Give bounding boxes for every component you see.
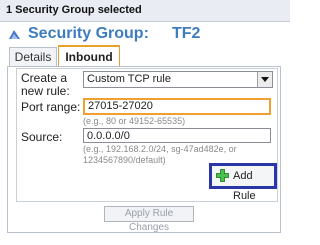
port-range-hint: (e.g., 80 or 49152-65535): [83, 116, 186, 126]
source-hint-line2: 1234567890/default): [83, 155, 166, 165]
source-input[interactable]: 0.0.0.0/0: [83, 128, 271, 143]
apply-rule-changes-button[interactable]: Apply Rule Changes: [104, 206, 194, 233]
port-range-label: Port range:: [21, 100, 81, 114]
title-row: Security Group: TF2: [0, 23, 290, 47]
selection-header: 1 Security Group selected: [0, 0, 290, 22]
page-title-value: TF2: [172, 25, 201, 42]
rule-type-select[interactable]: Custom TCP rule: [83, 71, 273, 88]
add-rule-button[interactable]: Add Rule: [209, 163, 277, 202]
security-group-icon: [9, 30, 20, 39]
tab-inbound[interactable]: Inbound: [58, 45, 120, 68]
chevron-down-icon[interactable]: [257, 72, 272, 87]
selection-count-text: 1 Security Group selected: [6, 4, 142, 16]
create-rule-label-line2: new rule:: [21, 84, 70, 98]
tab-details[interactable]: Details: [9, 47, 57, 66]
page-title-label: Security Group:: [28, 25, 149, 42]
rule-type-value: Custom TCP rule: [87, 73, 171, 85]
create-rule-label-line1: Create a: [21, 71, 68, 85]
add-rule-label: Add Rule: [233, 170, 256, 202]
source-label: Source:: [21, 130, 63, 144]
plus-icon: [216, 169, 229, 182]
port-range-input[interactable]: 27015-27020: [83, 98, 271, 115]
source-hint-line1: (e.g., 192.168.2.0/24, sg-47ad482e, or: [83, 144, 237, 154]
